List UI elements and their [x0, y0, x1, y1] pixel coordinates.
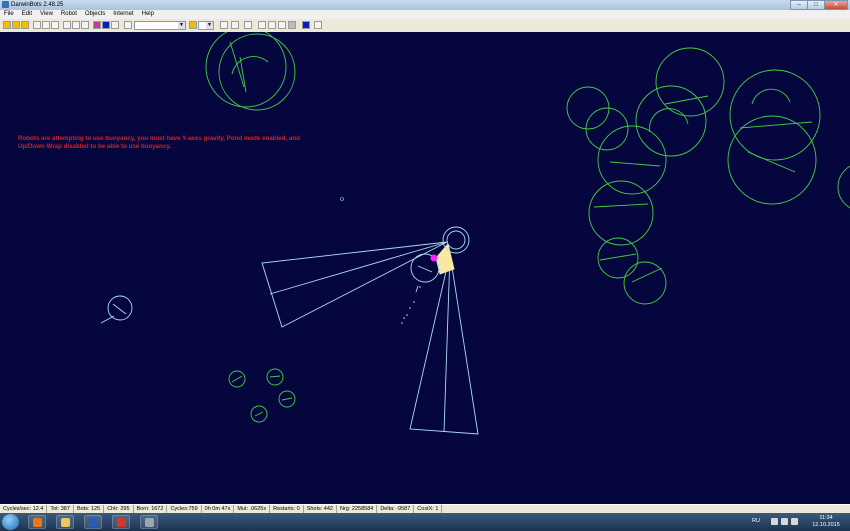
- select-icon[interactable]: [124, 21, 132, 29]
- menu-view[interactable]: View: [36, 10, 57, 19]
- hazard-icon[interactable]: [244, 21, 252, 29]
- new-icon[interactable]: [3, 21, 11, 29]
- bot[interactable]: [635, 85, 707, 157]
- arena-canvas: [100, 32, 850, 435]
- sound-icon[interactable]: [302, 21, 310, 29]
- menu-robot[interactable]: Robot: [57, 10, 81, 19]
- bot[interactable]: [729, 69, 821, 161]
- taskbar: RU 11:34 12.10.2015: [0, 513, 850, 531]
- network-icon[interactable]: [781, 518, 788, 525]
- print-icon[interactable]: [220, 21, 228, 29]
- explorer-icon[interactable]: [56, 515, 74, 529]
- open-icon[interactable]: [12, 21, 20, 29]
- volume-icon[interactable]: [791, 518, 798, 525]
- window-controls: – □ ✕: [790, 0, 848, 10]
- info-icon[interactable]: [231, 21, 239, 29]
- bot-icon[interactable]: [189, 21, 197, 29]
- highlight-marker: [430, 254, 438, 262]
- clock-time: 11:34: [819, 515, 833, 521]
- bot[interactable]: [655, 47, 725, 117]
- selected-bot: [100, 226, 479, 435]
- start-button[interactable]: [2, 514, 19, 530]
- combo-box-secondary[interactable]: ▼: [198, 21, 214, 30]
- app-icon: [2, 1, 9, 8]
- minimize-button[interactable]: –: [790, 0, 808, 10]
- bot[interactable]: [588, 180, 654, 246]
- chevron-down-icon[interactable]: ▼: [178, 22, 185, 29]
- menu-objects[interactable]: Objects: [81, 10, 109, 19]
- clock-date: 12.10.2015: [812, 522, 840, 528]
- darwinbots-icon[interactable]: [112, 515, 130, 529]
- toolbar: ▼ ▼: [0, 19, 850, 33]
- arrow-left-icon[interactable]: [72, 21, 80, 29]
- bot[interactable]: [623, 261, 667, 305]
- zoom-out-icon[interactable]: [278, 21, 286, 29]
- zoom-fit-icon[interactable]: [288, 21, 296, 29]
- lock-icon[interactable]: [258, 21, 266, 29]
- menu-edit[interactable]: Edit: [18, 10, 36, 19]
- cycle-icon[interactable]: [42, 21, 50, 29]
- menu-help[interactable]: Help: [138, 10, 158, 19]
- combo-box-primary[interactable]: ▼: [134, 21, 186, 30]
- menu-bar: File Edit View Robot Objects Internet He…: [0, 10, 850, 19]
- bot[interactable]: [837, 163, 850, 211]
- small-bot-group: [228, 368, 296, 423]
- color-swatch-icon[interactable]: [102, 21, 110, 29]
- view-toggle-icon[interactable]: [314, 21, 322, 29]
- app-icon[interactable]: [140, 515, 158, 529]
- bot[interactable]: [218, 33, 296, 111]
- right-bot-cluster: [566, 47, 850, 305]
- zoom-in-icon[interactable]: [268, 21, 276, 29]
- language-indicator[interactable]: RU: [752, 518, 760, 524]
- pause-icon[interactable]: [51, 21, 59, 29]
- single-step-icon[interactable]: [63, 21, 71, 29]
- bot[interactable]: [266, 368, 284, 386]
- bot[interactable]: [597, 237, 639, 279]
- close-button[interactable]: ✕: [824, 0, 848, 10]
- play-icon[interactable]: [33, 21, 41, 29]
- buoyancy-warning: Robots are attempting to use buoyancy, y…: [18, 135, 300, 150]
- save-icon[interactable]: [21, 21, 29, 29]
- shot-particles: [340, 197, 421, 324]
- word-icon[interactable]: [84, 515, 102, 529]
- stop-icon[interactable]: [111, 21, 119, 29]
- bot[interactable]: [107, 295, 133, 321]
- firefox-icon[interactable]: [28, 515, 46, 529]
- bot[interactable]: [205, 32, 287, 108]
- maximize-button[interactable]: □: [807, 0, 825, 10]
- clock[interactable]: 11:34 12.10.2015: [808, 515, 844, 529]
- top-bot-cluster: [205, 32, 296, 111]
- window-title: DarwinBots 2.48.25: [11, 2, 64, 8]
- menu-file[interactable]: File: [0, 10, 18, 19]
- target-icon[interactable]: [93, 21, 101, 29]
- menu-internet[interactable]: Internet: [109, 10, 137, 19]
- title-bar: DarwinBots 2.48.25 – □ ✕: [0, 0, 850, 10]
- simulation-arena[interactable]: Robots are attempting to use buoyancy, y…: [0, 32, 850, 504]
- chevron-down-icon[interactable]: ▼: [206, 22, 213, 29]
- arrow-right-icon[interactable]: [81, 21, 89, 29]
- arrow-up-icon[interactable]: [771, 518, 778, 525]
